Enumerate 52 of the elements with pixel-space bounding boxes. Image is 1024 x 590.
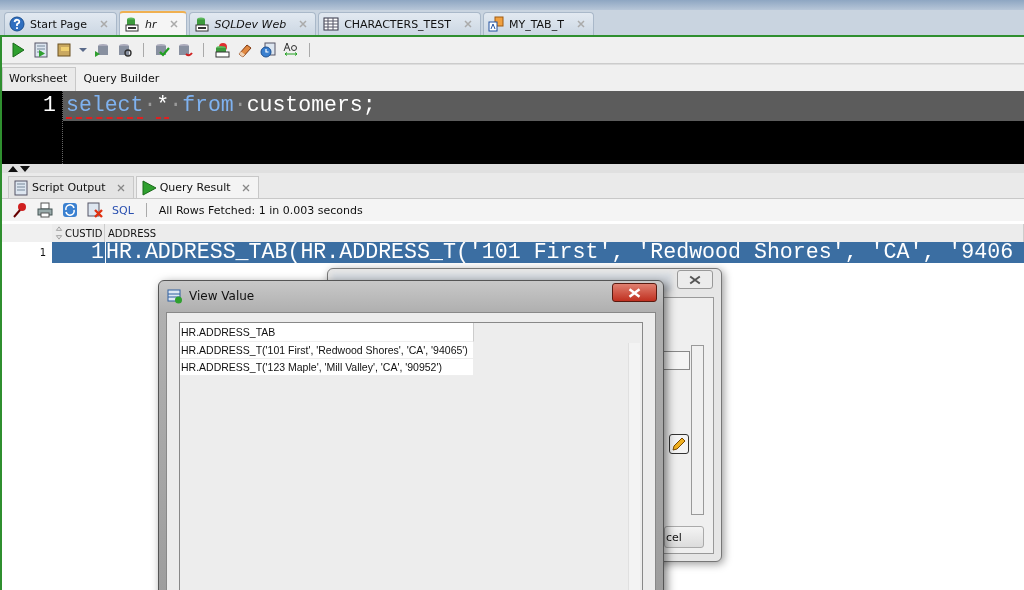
- play-icon[interactable]: [10, 42, 26, 58]
- column-header[interactable]: ADDRESS: [105, 224, 1024, 242]
- table-row[interactable]: 1 1HR.ADDRESS_TAB(HR.ADDRESS_T('101 First', 'Redwood Shores', 'CA', '9406: [2, 242, 1024, 263]
- result-tab[interactable]: Query Result: [135, 176, 259, 198]
- document-tab[interactable]: SQLDev Web: [188, 12, 317, 35]
- rollback-icon[interactable]: [177, 42, 193, 58]
- status-text: All Rows Fetched: 1 in 0.003 seconds: [158, 203, 363, 217]
- pin-icon[interactable]: [12, 202, 28, 218]
- print-icon[interactable]: [37, 202, 53, 218]
- input-field[interactable]: [662, 351, 690, 370]
- play-icon: [140, 179, 157, 196]
- value-header[interactable]: HR.ADDRESS_TAB: [180, 323, 474, 342]
- splitter-arrows-icon[interactable]: [8, 164, 30, 173]
- document-tab[interactable]: hr: [119, 11, 187, 35]
- clock-icon[interactable]: [260, 42, 276, 58]
- eraser-icon[interactable]: [237, 42, 253, 58]
- edit-button[interactable]: [669, 434, 689, 454]
- editor-tab[interactable]: Query Builder: [76, 67, 169, 91]
- close-icon[interactable]: [241, 183, 250, 192]
- document-tab[interactable]: CHARACTERS_TEST: [318, 12, 481, 35]
- close-button[interactable]: [612, 283, 657, 302]
- sql-link[interactable]: SQL: [112, 203, 134, 217]
- help-icon: [9, 16, 25, 32]
- caret-icon[interactable]: [79, 46, 87, 54]
- dialog-title: View Value: [189, 289, 255, 303]
- column-header[interactable]: CUSTID: [52, 224, 105, 242]
- table-cell: HR.ADDRESS_TAB(HR.ADDRESS_T('101 First', 'Redwood Shores', 'CA', '9406: [105, 242, 1024, 263]
- close-icon: [689, 274, 701, 285]
- editor-tab[interactable]: Worksheet: [2, 67, 77, 91]
- line-number: 1: [43, 93, 56, 117]
- document-icon: [13, 179, 29, 196]
- scrollbar[interactable]: [691, 345, 704, 515]
- close-icon[interactable]: [116, 183, 125, 192]
- sort-icon: [55, 226, 63, 240]
- cancel-button[interactable]: cel: [664, 526, 704, 548]
- refresh-icon[interactable]: [62, 202, 78, 218]
- pencil-icon: [671, 436, 687, 452]
- text-case-icon[interactable]: [283, 42, 299, 58]
- close-icon: [628, 287, 641, 298]
- result-tab[interactable]: Script Output: [8, 176, 134, 198]
- close-button[interactable]: [677, 270, 713, 289]
- value-row[interactable]: HR.ADDRESS_T('101 First', 'Redwood Shores', 'CA', '94065'): [180, 342, 473, 359]
- table-icon: [167, 288, 183, 304]
- value-row[interactable]: HR.ADDRESS_T('123 Maple', 'Mill Valley', 'CA', '90952'): [180, 359, 473, 376]
- document-tab[interactable]: Start Page: [4, 12, 117, 35]
- type-icon: [488, 16, 504, 32]
- script-icon[interactable]: [33, 42, 49, 58]
- document-tab[interactable]: MY_TAB_T: [483, 12, 594, 35]
- commit-icon[interactable]: [154, 42, 170, 58]
- table-icon: [323, 16, 340, 32]
- cancel-query-icon[interactable]: [87, 202, 103, 218]
- table-cell: 1: [52, 242, 105, 263]
